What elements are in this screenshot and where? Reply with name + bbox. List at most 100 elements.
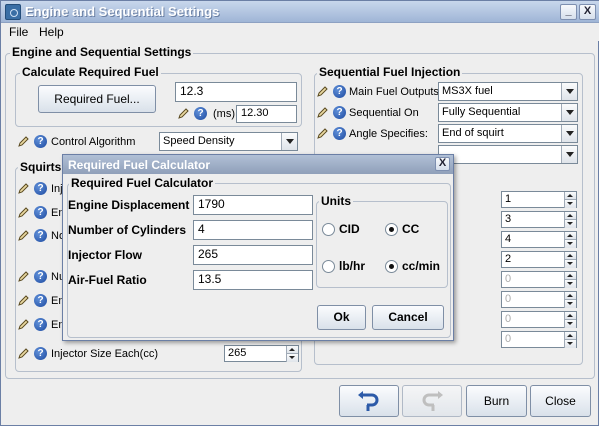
cylinder-order-spinner[interactable]: 0 [501,291,577,308]
spinner-value: 1 [505,193,512,205]
spinner-down-icon[interactable] [564,220,576,228]
cylinder-order-spinner[interactable]: 0 [501,271,577,288]
chevron-down-icon[interactable] [561,104,577,121]
pencil-icon[interactable] [17,229,30,242]
cylinder-order-spinner[interactable]: 3 [501,211,577,228]
title-bar[interactable]: Engine and Sequential Settings _ X [1,1,599,23]
dialog-title-bar[interactable]: Required Fuel Calculator X [63,155,453,174]
spinner-down-icon[interactable] [564,260,576,268]
close-window-button[interactable]: X [579,4,596,20]
injector-flow-input[interactable]: 265 [193,245,313,265]
number-of-cylinders-input[interactable]: 4 [193,220,313,240]
chevron-down-icon[interactable] [561,83,577,100]
burn-button[interactable]: Burn [466,385,527,417]
main-fuel-outputs-select[interactable]: MS3X fuel [438,82,578,101]
help-question-icon[interactable]: ? [34,135,47,148]
help-question-icon[interactable]: ? [34,182,47,195]
close-button[interactable]: Close [530,385,591,417]
injector-timing-select[interactable] [438,145,578,164]
cancel-button[interactable]: Cancel [372,305,444,330]
spinner-down-icon[interactable] [564,200,576,208]
spinner-down-icon[interactable] [564,240,576,248]
cid-label: CID [339,222,360,236]
spinner-up-icon[interactable] [564,332,576,340]
pencil-icon[interactable] [17,135,30,148]
required-fuel-ms-field[interactable]: 12.30 [236,105,297,123]
spinner-up-icon[interactable] [564,312,576,320]
help-question-icon[interactable]: ? [194,107,207,120]
pencil-icon[interactable] [316,127,329,140]
dialog-close-button[interactable]: X [435,157,450,171]
pencil-icon[interactable] [316,85,329,98]
help-question-icon[interactable]: ? [333,127,346,140]
chevron-down-icon[interactable] [281,133,297,150]
help-question-icon[interactable]: ? [34,294,47,307]
help-question-icon[interactable]: ? [34,347,47,360]
spinner-up-icon[interactable] [286,346,298,354]
cylinder-order-spinner[interactable]: 0 [501,311,577,328]
pencil-icon[interactable] [17,270,30,283]
redo-button[interactable] [402,385,462,417]
menu-help[interactable]: Help [39,25,64,39]
spinner-up-icon[interactable] [564,232,576,240]
spinner-up-icon[interactable] [564,292,576,300]
spinner-up-icon[interactable] [564,212,576,220]
engine-displacement-input[interactable]: 1790 [193,195,313,215]
menu-file-label: File [9,25,29,39]
spinner-up-icon[interactable] [564,272,576,280]
help-question-icon[interactable]: ? [333,85,346,98]
control-algorithm-value: Speed Density [163,135,235,147]
spinner-down-icon[interactable] [564,340,576,348]
undo-button[interactable] [339,385,399,417]
spinner-value: 3 [505,213,512,225]
cylinder-order-spinner[interactable]: 1 [501,191,577,208]
help-question-icon[interactable]: ? [34,206,47,219]
sequential-on-select[interactable]: Fully Sequential [438,103,578,122]
ok-button-label: Ok [333,310,350,324]
pencil-icon[interactable] [17,182,30,195]
lbhr-radio[interactable] [322,260,335,273]
required-fuel-button[interactable]: Required Fuel... [38,85,156,113]
ccmin-radio[interactable] [385,260,398,273]
help-question-icon[interactable]: ? [34,229,47,242]
pencil-icon[interactable] [17,318,30,331]
menu-file[interactable]: File [9,25,28,39]
injector-size-spinner[interactable]: 265 [224,345,299,362]
minimize-button[interactable]: _ [560,4,577,20]
pencil-icon[interactable] [17,347,30,360]
ok-button[interactable]: Ok [317,305,366,330]
air-fuel-ratio-label: Air-Fuel Ratio [68,273,147,287]
angle-specifies-select[interactable]: End of squirt [438,124,578,143]
air-fuel-ratio-input[interactable]: 13.5 [193,270,313,290]
spinner-up-icon[interactable] [564,192,576,200]
chevron-down-icon[interactable] [561,125,577,142]
ms-unit-label: (ms) [213,108,235,120]
help-question-icon[interactable]: ? [333,106,346,119]
spinner-down-icon[interactable] [564,280,576,288]
burn-button-label: Burn [483,394,510,408]
cc-radio[interactable] [385,223,398,236]
cylinder-order-spinner[interactable]: 4 [501,231,577,248]
control-algorithm-select[interactable]: Speed Density [159,132,298,151]
cancel-button-label: Cancel [388,310,428,324]
pencil-icon[interactable] [177,107,190,120]
spinner-up-icon[interactable] [564,252,576,260]
chevron-down-icon[interactable] [561,146,577,163]
pencil-icon[interactable] [316,106,329,119]
spinner-value: 0 [505,293,512,305]
cid-radio[interactable] [322,223,335,236]
help-question-icon[interactable]: ? [34,270,47,283]
dialog-title: Required Fuel Calculator [68,158,211,172]
cylinder-order-spinner[interactable]: 0 [501,331,577,348]
spinner-down-icon[interactable] [564,320,576,328]
sequential-legend: Sequential Fuel Injection [317,65,463,79]
spinner-value: 4 [505,233,512,245]
pencil-icon[interactable] [17,294,30,307]
spinner-down-icon[interactable] [286,354,298,362]
required-fuel-value[interactable]: 12.3 [175,82,297,102]
settings-panel-title: Engine and Sequential Settings [10,45,194,59]
help-question-icon[interactable]: ? [34,318,47,331]
cylinder-order-spinner[interactable]: 2 [501,251,577,268]
spinner-down-icon[interactable] [564,300,576,308]
pencil-icon[interactable] [17,206,30,219]
